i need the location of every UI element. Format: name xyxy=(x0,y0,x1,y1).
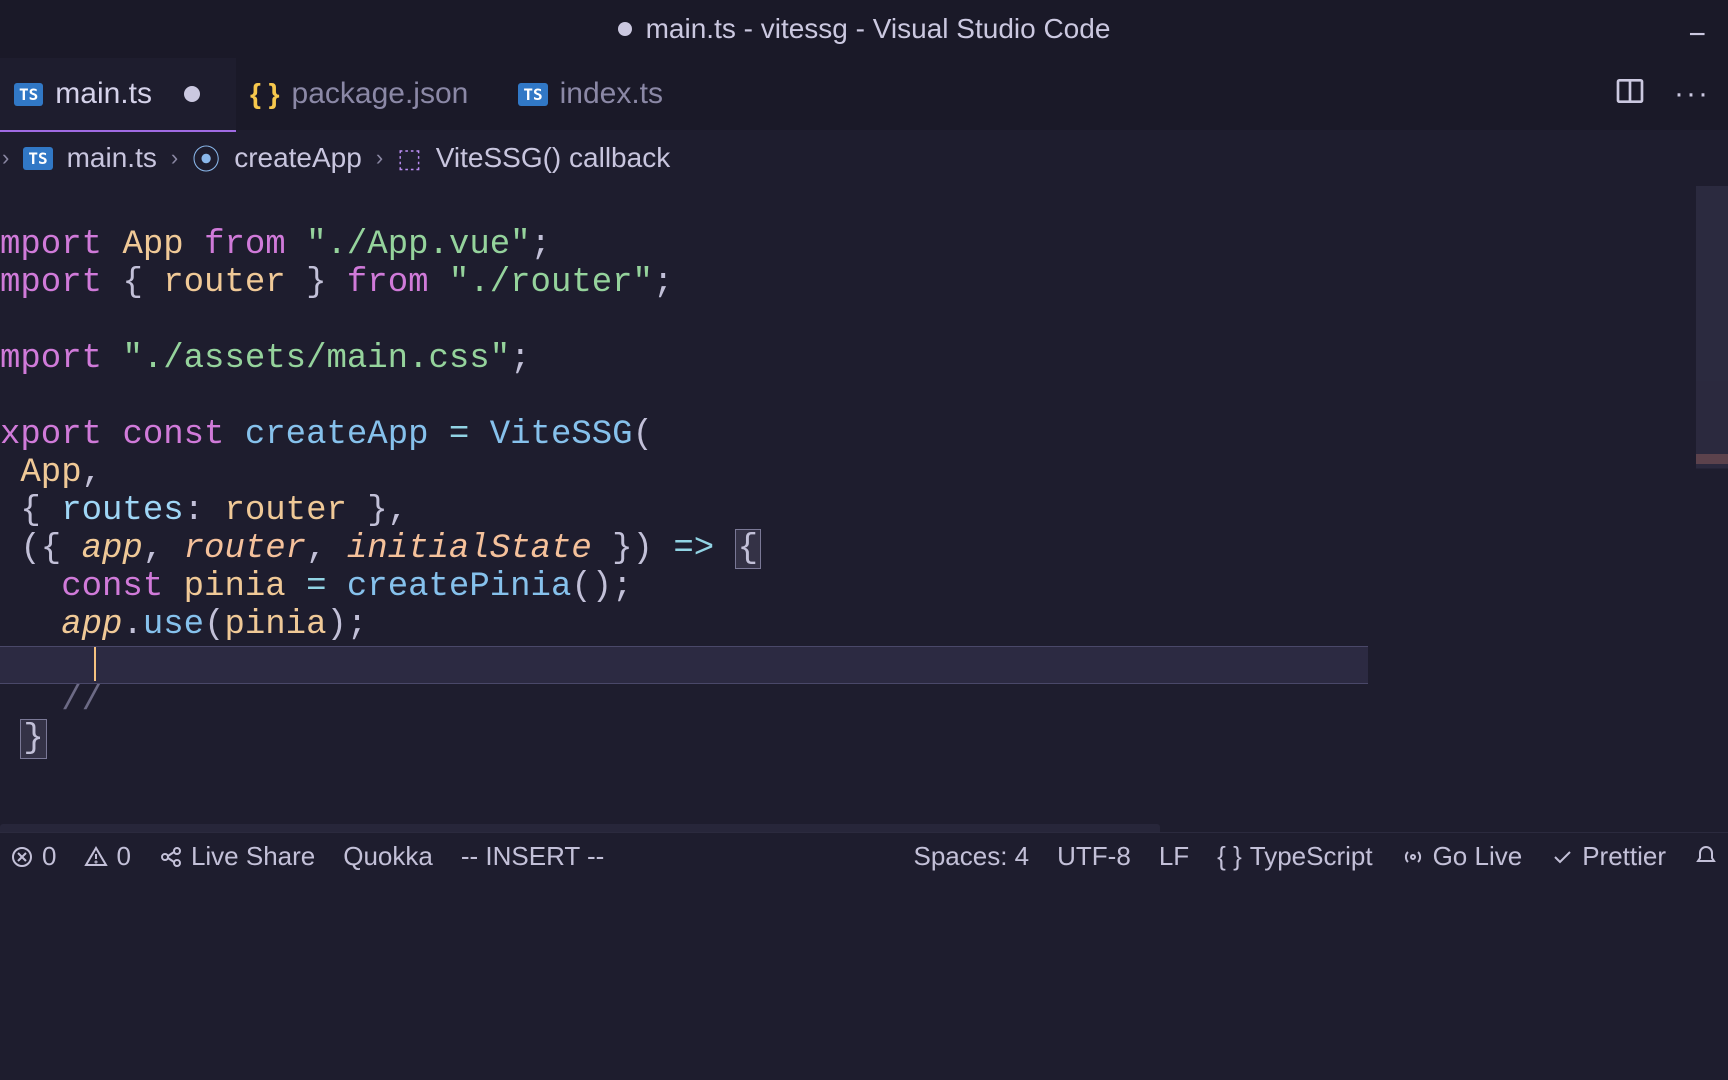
minimap[interactable] xyxy=(1696,186,1728,814)
chevron-right-icon: › xyxy=(376,145,383,171)
live-share-label: Live Share xyxy=(191,841,315,872)
tab-index-ts[interactable]: TS index.ts xyxy=(504,58,699,130)
warning-count: 0 xyxy=(116,841,130,872)
breadcrumb: › TS main.ts › ⦿ createApp › ⬚ ViteSSG()… xyxy=(0,130,1728,186)
status-indent[interactable]: Spaces: 4 xyxy=(914,841,1030,872)
tab-label: main.ts xyxy=(55,77,152,111)
status-language[interactable]: { } TypeScript xyxy=(1217,841,1372,872)
json-braces-icon: { } xyxy=(250,78,280,110)
chevron-right-icon: › xyxy=(171,145,178,171)
typescript-icon: TS xyxy=(14,83,43,106)
typescript-icon: TS xyxy=(518,83,547,106)
symbol-module-icon: ⬚ xyxy=(397,143,422,174)
split-editor-icon[interactable] xyxy=(1614,75,1646,114)
tab-label: package.json xyxy=(292,77,469,111)
status-eol[interactable]: LF xyxy=(1159,841,1189,872)
prettier-label: Prettier xyxy=(1582,841,1666,872)
more-actions-icon[interactable]: ··· xyxy=(1674,77,1710,111)
tab-label: index.ts xyxy=(560,77,663,111)
tab-package-json[interactable]: { } package.json xyxy=(236,58,504,130)
dirty-indicator-icon xyxy=(618,22,632,36)
typescript-icon: TS xyxy=(23,147,52,170)
status-live-share[interactable]: Live Share xyxy=(159,841,315,872)
breadcrumb-symbol[interactable]: createApp xyxy=(234,142,362,174)
status-feedback[interactable] xyxy=(1694,845,1718,869)
error-icon xyxy=(10,845,34,869)
tab-bar: TS main.ts { } package.json TS index.ts … xyxy=(0,58,1728,130)
check-icon xyxy=(1550,845,1574,869)
minimize-icon[interactable]: − xyxy=(1688,18,1706,52)
language-label: TypeScript xyxy=(1250,841,1373,872)
status-warnings[interactable]: 0 xyxy=(84,841,130,872)
status-vim-mode: -- INSERT -- xyxy=(461,841,604,872)
status-encoding[interactable]: UTF-8 xyxy=(1057,841,1131,872)
warning-icon xyxy=(84,845,108,869)
dirty-dot-icon xyxy=(184,86,200,102)
bell-icon xyxy=(1694,845,1718,869)
error-count: 0 xyxy=(42,841,56,872)
tab-main-ts[interactable]: TS main.ts xyxy=(0,58,236,130)
minimap-highlight xyxy=(1696,454,1728,464)
code-editor[interactable]: mport App from "./App.vue"; mport { rout… xyxy=(0,186,1728,814)
status-go-live[interactable]: Go Live xyxy=(1401,841,1523,872)
status-bar: 0 0 Live Share Quokka -- INSERT -- Space… xyxy=(0,832,1728,880)
broadcast-icon xyxy=(1401,845,1425,869)
breadcrumb-file[interactable]: main.ts xyxy=(67,142,157,174)
breadcrumb-callback[interactable]: ViteSSG() callback xyxy=(436,142,670,174)
chevron-right-icon: › xyxy=(2,145,9,171)
status-errors[interactable]: 0 xyxy=(10,841,56,872)
live-share-icon xyxy=(159,845,183,869)
status-quokka[interactable]: Quokka xyxy=(343,841,433,872)
window-title: main.ts - vitessg - Visual Studio Code xyxy=(646,13,1111,45)
status-prettier[interactable]: Prettier xyxy=(1550,841,1666,872)
braces-icon: { } xyxy=(1217,841,1242,872)
symbol-function-icon: ⦿ xyxy=(192,138,220,178)
go-live-label: Go Live xyxy=(1433,841,1523,872)
title-bar: main.ts - vitessg - Visual Studio Code − xyxy=(0,0,1728,58)
code-content: mport App from "./App.vue"; mport { rout… xyxy=(0,186,1728,796)
